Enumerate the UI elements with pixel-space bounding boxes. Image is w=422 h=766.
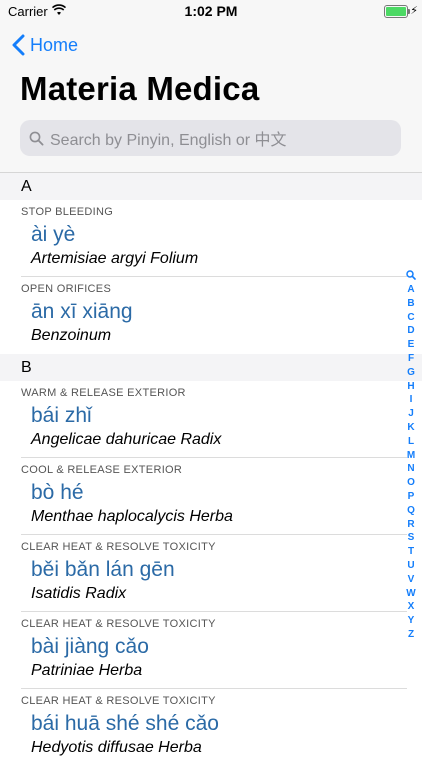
item-category: CLEAR HEAT & RESOLVE TOXICITY <box>21 695 216 707</box>
list-item[interactable]: CLEAR HEAT & RESOLVE TOXICITY bái huā sh… <box>0 689 422 766</box>
index-letter[interactable]: U <box>407 559 414 573</box>
back-label: Home <box>30 34 79 55</box>
list-item[interactable]: STOP BLEEDING ài yè Artemisiae argyi Fol… <box>0 200 422 277</box>
index-letter[interactable]: W <box>406 587 415 601</box>
item-pinyin: bài jiàng cǎo <box>31 635 149 658</box>
index-letter[interactable]: M <box>407 449 415 463</box>
item-pinyin: bái huā shé shé cǎo <box>31 712 219 735</box>
item-category: CLEAR HEAT & RESOLVE TOXICITY <box>21 618 216 630</box>
list-item[interactable]: CLEAR HEAT & RESOLVE TOXICITY bài jiàng … <box>0 612 422 689</box>
index-letter[interactable]: R <box>407 518 414 532</box>
section-index[interactable]: A B C D E F G H I J K L M N O P Q R S T … <box>403 270 419 642</box>
index-letter[interactable]: G <box>407 366 415 380</box>
list-item[interactable]: WARM & RELEASE EXTERIOR bái zhǐ Angelica… <box>0 381 422 458</box>
index-letter[interactable]: Z <box>408 628 414 642</box>
index-letter[interactable]: X <box>408 600 415 614</box>
index-letter[interactable]: V <box>408 573 415 587</box>
search-input[interactable]: Search by Pinyin, English or 中文 <box>20 120 401 156</box>
index-letter[interactable]: T <box>408 545 414 559</box>
index-letter[interactable]: C <box>407 311 414 325</box>
chevron-left-icon <box>12 34 25 56</box>
item-category: STOP BLEEDING <box>21 206 114 218</box>
item-latin-name: Hedyotis diffusae Herba <box>31 739 202 756</box>
index-letter[interactable]: K <box>407 421 414 435</box>
status-bar: Carrier 1:02 PM ⚡ <box>0 0 422 22</box>
battery-icon <box>384 5 410 18</box>
herb-list[interactable]: A STOP BLEEDING ài yè Artemisiae argyi F… <box>0 173 422 766</box>
list-item[interactable]: COOL & RELEASE EXTERIOR bò hé Menthae ha… <box>0 458 422 535</box>
item-latin-name: Artemisiae argyi Folium <box>31 250 199 267</box>
index-letter[interactable]: F <box>408 352 414 366</box>
index-letter[interactable]: Y <box>408 614 415 628</box>
index-letter[interactable]: L <box>408 435 414 449</box>
navigation-header: Home Materia Medica Search by Pinyin, En… <box>0 22 422 173</box>
index-search-icon[interactable] <box>406 270 416 280</box>
back-button[interactable]: Home <box>12 34 78 56</box>
item-pinyin: bò hé <box>31 481 84 504</box>
list-item[interactable]: OPEN ORIFICES ān xī xiāng Benzoinum <box>0 277 422 354</box>
item-latin-name: Menthae haplocalycis Herba <box>31 508 233 525</box>
item-latin-name: Benzoinum <box>31 327 112 344</box>
index-letter[interactable]: S <box>408 531 415 545</box>
item-pinyin: běi bǎn lán gēn <box>31 558 175 581</box>
item-latin-name: Angelicae dahuricae Radix <box>31 431 222 448</box>
index-letter[interactable]: I <box>410 393 413 407</box>
page-title: Materia Medica <box>20 70 260 107</box>
index-letter[interactable]: Q <box>407 504 415 518</box>
section-header-b: B <box>0 354 422 381</box>
item-category: WARM & RELEASE EXTERIOR <box>21 387 186 399</box>
item-category: COOL & RELEASE EXTERIOR <box>21 464 183 476</box>
index-letter[interactable]: N <box>407 462 414 476</box>
list-item[interactable]: CLEAR HEAT & RESOLVE TOXICITY běi bǎn lá… <box>0 535 422 612</box>
clock: 1:02 PM <box>184 3 238 19</box>
item-pinyin: ài yè <box>31 223 76 246</box>
index-letter[interactable]: H <box>407 380 414 394</box>
index-letter[interactable]: P <box>408 490 415 504</box>
item-latin-name: Patriniae Herba <box>31 662 143 679</box>
item-category: OPEN ORIFICES <box>21 283 112 295</box>
item-pinyin: bái zhǐ <box>31 404 92 427</box>
index-letter[interactable]: O <box>407 476 415 490</box>
index-letter[interactable]: D <box>407 324 414 338</box>
index-letter[interactable]: E <box>408 338 415 352</box>
search-placeholder: Search by Pinyin, English or 中文 <box>50 132 287 149</box>
item-pinyin: ān xī xiāng <box>31 300 133 323</box>
index-letter[interactable]: J <box>408 407 414 421</box>
search-icon <box>29 131 44 146</box>
item-category: CLEAR HEAT & RESOLVE TOXICITY <box>21 541 216 553</box>
item-latin-name: Isatidis Radix <box>31 585 127 602</box>
index-letter[interactable]: A <box>407 283 414 297</box>
section-header-a: A <box>0 173 422 200</box>
charging-icon: ⚡ <box>410 5 418 17</box>
index-letter[interactable]: B <box>407 297 414 311</box>
